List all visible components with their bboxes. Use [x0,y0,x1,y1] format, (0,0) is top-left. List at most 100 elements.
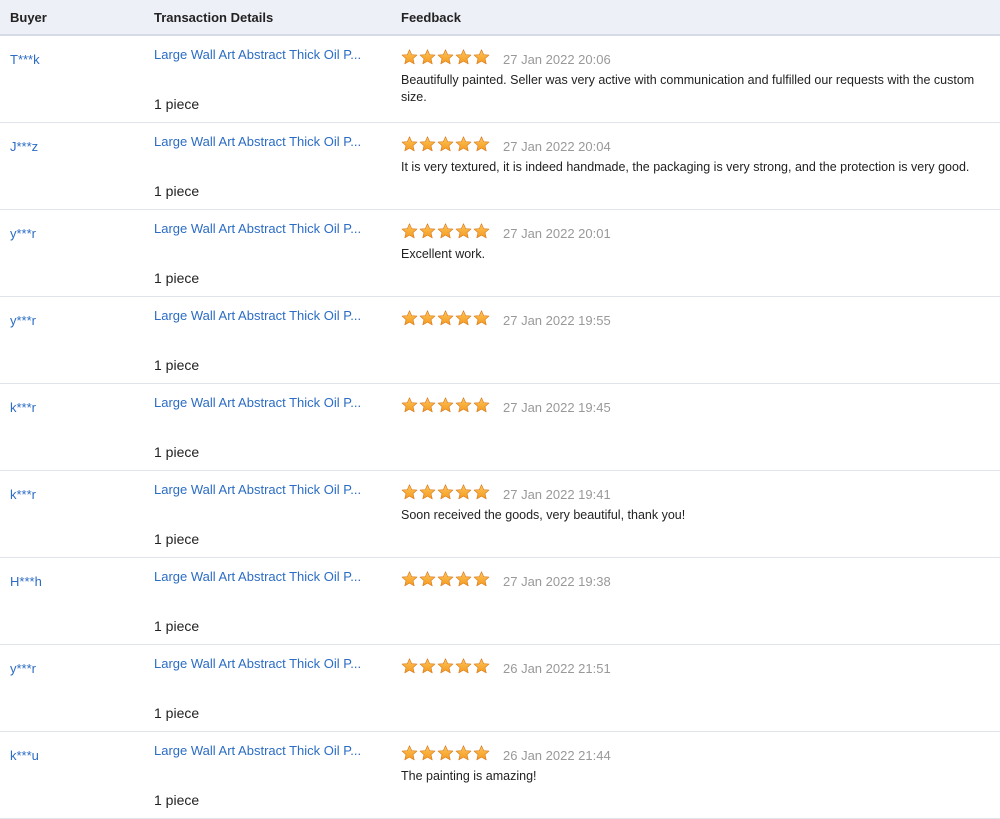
star-rating [401,49,490,65]
feedback-rows: T***k Large Wall Art Abstract Thick Oil … [0,36,1000,819]
star-icon [437,49,454,65]
table-row: k***r Large Wall Art Abstract Thick Oil … [0,471,1000,558]
star-icon [455,310,472,326]
star-rating [401,571,490,587]
feedback-date: 27 Jan 2022 19:55 [503,313,611,328]
star-icon [419,571,436,587]
quantity-label: 1 piece [154,96,200,112]
star-icon [401,310,418,326]
quantity-label: 1 piece [154,444,200,460]
star-icon [437,397,454,413]
product-link[interactable]: Large Wall Art Abstract Thick Oil P... [154,569,369,584]
star-icon [455,745,472,761]
star-icon [401,484,418,500]
product-link[interactable]: Large Wall Art Abstract Thick Oil P... [154,743,369,758]
feedback-comment: Excellent work. [401,247,486,261]
quantity-label: 1 piece [154,183,200,199]
buyer-name-link[interactable]: y***r [10,226,36,241]
table-row: T***k Large Wall Art Abstract Thick Oil … [0,36,1000,123]
quantity-label: 1 piece [154,792,200,808]
star-icon [401,745,418,761]
quantity-label: 1 piece [154,531,200,547]
star-icon [473,571,490,587]
feedback-comment: The painting is amazing! [401,769,537,783]
buyer-name-link[interactable]: y***r [10,661,36,676]
star-icon [437,310,454,326]
table-row: k***u Large Wall Art Abstract Thick Oil … [0,732,1000,819]
star-icon [455,49,472,65]
star-icon [473,223,490,239]
table-row: J***z Large Wall Art Abstract Thick Oil … [0,123,1000,210]
star-rating [401,397,490,413]
star-icon [473,484,490,500]
quantity-label: 1 piece [154,357,200,373]
star-icon [473,658,490,674]
star-icon [401,49,418,65]
feedback-date: 27 Jan 2022 20:04 [503,139,611,154]
star-icon [437,136,454,152]
star-icon [437,571,454,587]
feedback-comment: Beautifully painted. Seller was very act… [401,73,975,104]
product-link[interactable]: Large Wall Art Abstract Thick Oil P... [154,656,369,671]
star-icon [455,223,472,239]
star-icon [419,745,436,761]
table-row: y***r Large Wall Art Abstract Thick Oil … [0,210,1000,297]
star-icon [401,571,418,587]
quantity-label: 1 piece [154,270,200,286]
star-rating [401,136,490,152]
product-link[interactable]: Large Wall Art Abstract Thick Oil P... [154,47,369,62]
buyer-name-link[interactable]: T***k [10,52,40,67]
product-link[interactable]: Large Wall Art Abstract Thick Oil P... [154,308,369,323]
buyer-name-link[interactable]: k***r [10,400,36,415]
transaction-details-column-header: Transaction Details [154,10,274,25]
buyer-name-link[interactable]: k***r [10,487,36,502]
star-icon [419,484,436,500]
star-icon [401,223,418,239]
star-icon [401,397,418,413]
feedback-date: 27 Jan 2022 20:01 [503,226,611,241]
buyer-name-link[interactable]: y***r [10,313,36,328]
feedback-date: 27 Jan 2022 19:45 [503,400,611,415]
star-icon [419,310,436,326]
product-link[interactable]: Large Wall Art Abstract Thick Oil P... [154,395,369,410]
buyer-name-link[interactable]: J***z [10,139,38,154]
quantity-label: 1 piece [154,705,200,721]
star-icon [419,136,436,152]
feedback-date: 26 Jan 2022 21:44 [503,748,611,763]
feedback-date: 27 Jan 2022 20:06 [503,52,611,67]
buyer-name-link[interactable]: k***u [10,748,39,763]
star-icon [419,223,436,239]
table-header: Buyer Transaction Details Feedback [0,0,1000,36]
feedback-date: 26 Jan 2022 21:51 [503,661,611,676]
star-icon [437,745,454,761]
star-icon [455,136,472,152]
star-icon [401,136,418,152]
star-icon [401,658,418,674]
table-row: y***r Large Wall Art Abstract Thick Oil … [0,645,1000,732]
product-link[interactable]: Large Wall Art Abstract Thick Oil P... [154,221,369,236]
feedback-date: 27 Jan 2022 19:41 [503,487,611,502]
star-icon [437,484,454,500]
star-icon [437,223,454,239]
star-icon [473,310,490,326]
star-icon [419,49,436,65]
star-icon [419,658,436,674]
star-icon [437,658,454,674]
table-row: k***r Large Wall Art Abstract Thick Oil … [0,384,1000,471]
table-row: y***r Large Wall Art Abstract Thick Oil … [0,297,1000,384]
star-rating [401,658,490,674]
table-row: H***h Large Wall Art Abstract Thick Oil … [0,558,1000,645]
feedback-comment: It is very textured, it is indeed handma… [401,160,970,174]
star-icon [473,136,490,152]
buyer-column-header: Buyer [10,10,47,25]
star-icon [473,49,490,65]
buyer-name-link[interactable]: H***h [10,574,42,589]
feedback-column-header: Feedback [401,10,461,25]
star-rating [401,223,490,239]
product-link[interactable]: Large Wall Art Abstract Thick Oil P... [154,482,369,497]
star-icon [455,397,472,413]
product-link[interactable]: Large Wall Art Abstract Thick Oil P... [154,134,369,149]
star-rating [401,745,490,761]
star-icon [473,745,490,761]
star-icon [455,571,472,587]
